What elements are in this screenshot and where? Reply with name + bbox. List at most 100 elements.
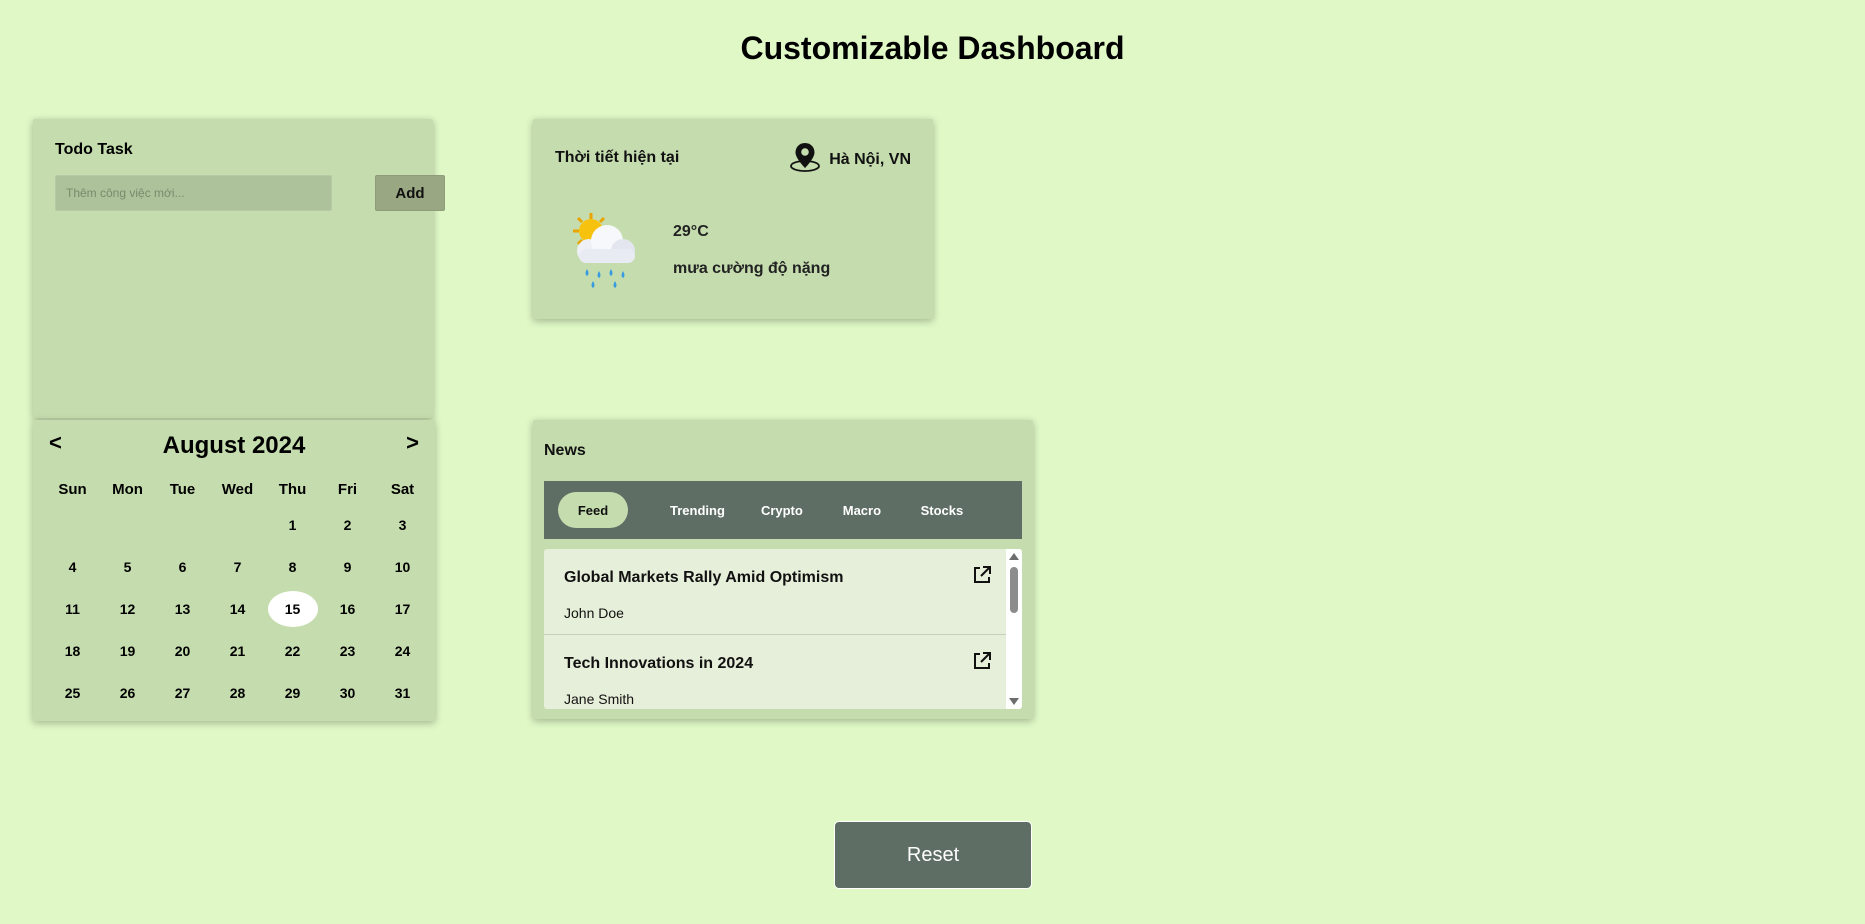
reset-button[interactable]: Reset bbox=[834, 821, 1032, 889]
calendar-day[interactable]: 2 bbox=[320, 504, 375, 546]
calendar-day-selected[interactable]: 15 bbox=[265, 588, 320, 630]
external-link-icon[interactable] bbox=[972, 565, 992, 590]
calendar-day[interactable]: 6 bbox=[155, 546, 210, 588]
calendar-day-label: 14 bbox=[229, 601, 246, 617]
page-title: Customizable Dashboard bbox=[740, 30, 1125, 66]
calendar-day[interactable]: 21 bbox=[210, 630, 265, 672]
new-task-input[interactable] bbox=[55, 175, 332, 211]
calendar-blank-cell bbox=[210, 504, 265, 546]
calendar-blank-cell bbox=[100, 504, 155, 546]
calendar-day[interactable]: 29 bbox=[265, 672, 320, 714]
calendar-day[interactable]: 25 bbox=[45, 672, 100, 714]
location-pin-icon bbox=[789, 141, 821, 178]
news-item-author: John Doe bbox=[564, 605, 624, 621]
news-widget[interactable]: News Feed Trending Crypto Macro Stocks G… bbox=[533, 420, 1033, 719]
calendar-day[interactable]: 23 bbox=[320, 630, 375, 672]
weekday-header: Thu bbox=[278, 481, 307, 498]
scrollbar-thumb[interactable] bbox=[1010, 567, 1018, 613]
calendar-day[interactable]: 1 bbox=[265, 504, 320, 546]
calendar-day[interactable]: 30 bbox=[320, 672, 375, 714]
calendar-day[interactable]: 9 bbox=[320, 546, 375, 588]
news-item-title[interactable]: Global Markets Rally Amid Optimism bbox=[564, 569, 843, 587]
news-item[interactable]: Tech Innovations in 2024 Jane Smith bbox=[544, 635, 1006, 709]
weekday-header: Sat bbox=[390, 481, 415, 498]
calendar-day[interactable]: 3 bbox=[375, 504, 430, 546]
calendar-day-label: 28 bbox=[229, 685, 246, 701]
calendar-blank-cell bbox=[45, 504, 100, 546]
calendar-day[interactable]: 12 bbox=[100, 588, 155, 630]
calendar-day[interactable]: 10 bbox=[375, 546, 430, 588]
tab-feed[interactable]: Feed bbox=[558, 492, 628, 528]
calendar-blank-cell bbox=[155, 504, 210, 546]
calendar-day-label: 11 bbox=[65, 601, 80, 617]
calendar-day[interactable]: 4 bbox=[45, 546, 100, 588]
calendar-day-label: 17 bbox=[394, 601, 411, 617]
tab-trending[interactable]: Trending bbox=[658, 492, 737, 528]
scroll-up-arrow-icon[interactable] bbox=[1009, 553, 1019, 560]
calendar-day-label: 15 bbox=[267, 591, 318, 627]
calendar-day-label: 4 bbox=[68, 559, 77, 575]
todo-widget[interactable]: Todo Task Add bbox=[33, 119, 445, 418]
calendar-day-label: 12 bbox=[119, 601, 136, 617]
calendar-day-label: 20 bbox=[174, 643, 191, 659]
calendar-day-label: 30 bbox=[339, 685, 356, 701]
calendar-day[interactable]: 13 bbox=[155, 588, 210, 630]
sun-cloud-rain-icon bbox=[565, 209, 647, 291]
calendar-day[interactable]: 28 bbox=[210, 672, 265, 714]
temperature-value: 29°C bbox=[673, 223, 709, 240]
calendar-day[interactable]: 17 bbox=[375, 588, 430, 630]
calendar-day-label: 7 bbox=[233, 559, 242, 575]
calendar-grid: Sun Mon Tue Wed Thu Fri Sat 1 2 3 4 5 6 7 8 9 10 11 12 13 14… bbox=[45, 476, 431, 714]
add-task-button[interactable]: Add bbox=[375, 175, 445, 211]
calendar-day-label: 24 bbox=[394, 643, 411, 659]
calendar-day[interactable]: 31 bbox=[375, 672, 430, 714]
calendar-day[interactable]: 24 bbox=[375, 630, 430, 672]
news-item[interactable]: Global Markets Rally Amid Optimism John … bbox=[544, 549, 1006, 635]
calendar-day[interactable]: 7 bbox=[210, 546, 265, 588]
weekday-header: Wed bbox=[221, 481, 254, 498]
external-link-icon[interactable] bbox=[972, 651, 992, 676]
calendar-day[interactable]: 18 bbox=[45, 630, 100, 672]
news-item-author: Jane Smith bbox=[564, 691, 635, 707]
calendar-day-label: 13 bbox=[174, 601, 191, 617]
calendar-day[interactable]: 11 bbox=[45, 588, 100, 630]
weekday-header: Tue bbox=[169, 481, 196, 498]
calendar-day-label: 18 bbox=[64, 643, 81, 659]
tab-stocks[interactable]: Stocks bbox=[907, 492, 977, 528]
calendar-day-label: 25 bbox=[64, 685, 81, 701]
weekday-header: Sun bbox=[58, 481, 87, 498]
calendar-day-label: 2 bbox=[343, 517, 352, 533]
weather-location: Hà Nội, VN bbox=[789, 141, 911, 178]
weather-widget[interactable]: Thời tiết hiện tại Hà Nội, VN 29°C mưa c… bbox=[533, 119, 933, 319]
news-item-title[interactable]: Tech Innovations in 2024 bbox=[564, 655, 753, 673]
tab-crypto[interactable]: Crypto bbox=[747, 492, 817, 528]
calendar-day[interactable]: 20 bbox=[155, 630, 210, 672]
scroll-down-arrow-icon[interactable] bbox=[1009, 698, 1019, 705]
calendar-day-label: 3 bbox=[398, 517, 407, 533]
weekday-header: Fri bbox=[337, 481, 358, 498]
calendar-day-label: 19 bbox=[119, 643, 136, 659]
news-list[interactable]: Global Markets Rally Amid Optimism John … bbox=[544, 549, 1022, 709]
calendar-month-label: August 2024 bbox=[162, 432, 306, 459]
calendar-day[interactable]: 26 bbox=[100, 672, 155, 714]
calendar-day-label: 10 bbox=[394, 559, 411, 575]
calendar-widget[interactable]: < August 2024 > Sun Mon Tue Wed Thu Fri Sat 1 2 3… bbox=[33, 420, 435, 721]
calendar-day[interactable]: 22 bbox=[265, 630, 320, 672]
location-label: Hà Nội, VN bbox=[829, 150, 911, 168]
calendar-day[interactable]: 16 bbox=[320, 588, 375, 630]
calendar-day[interactable]: 8 bbox=[265, 546, 320, 588]
news-tab-bar: Feed Trending Crypto Macro Stocks bbox=[544, 481, 1022, 539]
calendar-day-label: 27 bbox=[174, 685, 191, 701]
calendar-day-label: 9 bbox=[343, 559, 352, 575]
calendar-day-label: 21 bbox=[229, 643, 246, 659]
next-month-button[interactable]: > bbox=[406, 430, 419, 456]
calendar-day[interactable]: 19 bbox=[100, 630, 155, 672]
news-scrollbar[interactable] bbox=[1006, 549, 1022, 709]
calendar-day[interactable]: 5 bbox=[100, 546, 155, 588]
calendar-day[interactable]: 14 bbox=[210, 588, 265, 630]
calendar-day-label: 16 bbox=[339, 601, 356, 617]
calendar-day[interactable]: 27 bbox=[155, 672, 210, 714]
tab-macro[interactable]: Macro bbox=[827, 492, 897, 528]
calendar-day-label: 6 bbox=[178, 559, 187, 575]
calendar-day-label: 8 bbox=[288, 559, 297, 575]
